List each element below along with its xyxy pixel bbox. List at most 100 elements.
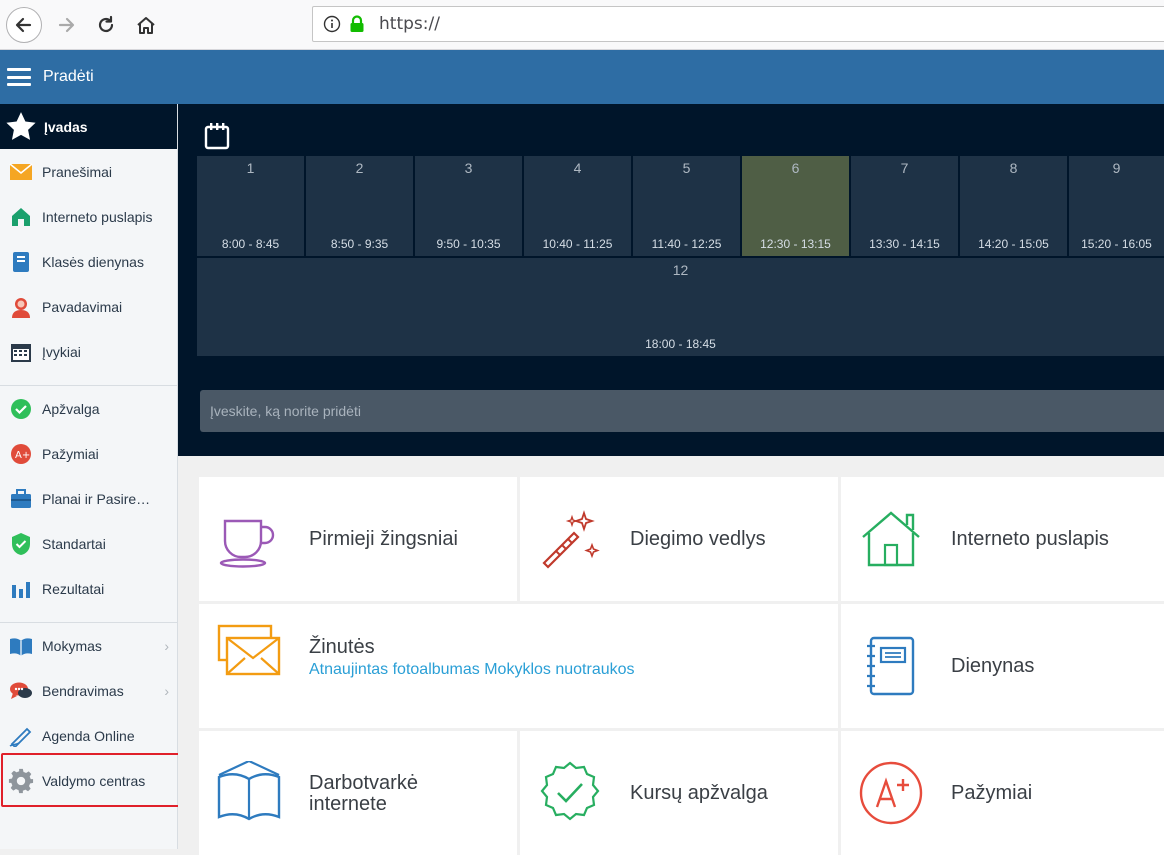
period-cell[interactable]: 9 15:20 - 16:05 [1069,156,1164,256]
calendar-icon [8,339,34,365]
chevron-right-icon: › [164,682,169,699]
sidebar-item-rezultatai[interactable]: Rezultatai [0,566,177,611]
sidebar-item-label: Interneto puslapis [42,208,153,225]
tile-link[interactable]: Atnaujintas fotoalbumas Mokyklos nuotrau… [309,661,635,679]
address-bar[interactable]: https:// [312,6,1164,42]
grade-icon [859,761,923,825]
app-header: Pradėti [0,50,1164,104]
add-item-input[interactable] [200,390,1164,432]
book-icon [8,633,34,659]
sidebar-item-planai[interactable]: Planai ir Pasire… [0,476,177,521]
sidebar-item-label: Bendravimas [42,682,124,699]
sidebar-item-mokymas[interactable]: Mokymas › [0,623,177,668]
calendar-icon[interactable] [204,122,230,150]
period-cell[interactable]: 12 18:00 - 18:45 [197,258,1164,356]
period-time: 10:40 - 11:25 [542,237,613,251]
sidebar-item-label: Pavadavimai [42,298,123,315]
back-button[interactable] [6,7,42,43]
hamburger-menu-icon[interactable] [7,68,31,86]
period-time: 8:50 - 9:35 [330,237,389,251]
period-number: 3 [464,160,473,176]
period-cell-current[interactable]: 6 12:30 - 13:15 [742,156,849,256]
tile-label: Interneto puslapis [951,527,1109,550]
sidebar-item-pranesimai[interactable]: Pranešimai [0,149,177,194]
chevron-right-icon: › [164,637,169,654]
check-badge-icon [540,761,600,821]
sidebar-divider [0,611,177,623]
period-time: 9:50 - 10:35 [436,237,501,251]
forward-button[interactable] [48,7,84,43]
sidebar-item-klases-dienynas[interactable]: Klasės dienynas [0,239,177,284]
sidebar-item-bendravimas[interactable]: Bendravimas › [0,668,177,713]
coffee-cup-icon [219,519,275,568]
sidebar-item-agenda-online[interactable]: Agenda Online [0,713,177,758]
sidebar-item-label: Standartai [42,535,106,552]
period-cell[interactable]: 8 14:20 - 15:05 [960,156,1067,256]
open-book-icon [217,761,281,821]
period-cell[interactable]: 4 10:40 - 11:25 [524,156,631,256]
period-time: 12:30 - 13:15 [760,237,831,251]
shield-check-icon [8,531,34,557]
period-time: 15:20 - 16:05 [1081,237,1152,251]
reload-icon [98,15,114,33]
envelope-icon [217,624,281,676]
url-text: https:// [379,14,440,34]
sidebar-item-interneto-puslapis[interactable]: Interneto puslapis [0,194,177,239]
sidebar-item-label: Įvykiai [42,343,81,360]
period-time: 18:00 - 18:45 [645,337,716,351]
tile-messages[interactable]: Žinutės Atnaujintas fotoalbumas Mokyklos… [199,604,838,728]
pen-icon [8,723,34,749]
period-cell[interactable]: 5 11:40 - 12:25 [633,156,740,256]
sidebar-item-standartai[interactable]: Standartai [0,521,177,566]
notebook-icon [8,249,34,275]
star-icon [6,111,36,140]
period-cell[interactable]: 3 9:50 - 10:35 [415,156,522,256]
period-number: 5 [682,160,691,176]
grade-icon: A+ [8,441,34,467]
period-number: 9 [1112,160,1121,176]
arrow-right-icon [58,17,75,33]
tile-setup-wizard[interactable]: Diegimo vedlys [520,477,838,601]
sidebar-item-label: Įvadas [44,118,88,135]
home-button[interactable] [128,7,164,43]
period-cell[interactable]: 1 8:00 - 8:45 [197,156,304,256]
notebook-icon [867,636,915,696]
reload-button[interactable] [88,7,124,43]
arrow-left-icon [15,17,32,33]
sidebar-item-pazymiai[interactable]: A+ Pažymiai [0,431,177,476]
period-cell[interactable]: 7 13:30 - 14:15 [851,156,958,256]
home-icon [862,511,920,567]
schedule-panel: 1 8:00 - 8:45 2 8:50 - 9:35 3 9:50 - 10:… [178,104,1164,456]
tile-course-overview[interactable]: Kursų apžvalga [520,731,838,855]
info-icon [323,15,341,33]
sidebar-item-label: Planai ir Pasire… [42,490,151,507]
tile-label: Pažymiai [951,781,1033,804]
browser-toolbar: https:// [0,0,1164,50]
sidebar-item-label: Mokymas [42,637,102,654]
tile-grades[interactable]: Pažymiai [841,731,1164,855]
svg-text:A+: A+ [15,450,30,461]
period-number: 12 [672,262,689,278]
magic-wand-icon [542,510,600,569]
period-cell[interactable]: 2 8:50 - 9:35 [306,156,413,256]
period-number: 6 [791,160,800,176]
sidebar: Įvadas Pranešimai Interneto puslapis Kla… [0,104,178,849]
tile-label-line: internete [309,793,387,815]
sidebar-item-pavadavimai[interactable]: Pavadavimai [0,284,177,329]
period-time: 13:30 - 14:15 [869,237,940,251]
page-title: Pradėti [43,68,94,85]
tile-first-steps[interactable]: Pirmieji žingsniai [199,477,517,601]
sidebar-item-apzvalga[interactable]: Apžvalga [0,386,177,431]
sidebar-item-ivadas[interactable]: Įvadas [0,104,177,149]
sidebar-item-ivykiai[interactable]: Įvykiai [0,329,177,374]
sidebar-item-label: Agenda Online [42,727,135,744]
period-number: 8 [1009,160,1018,176]
home-icon [8,204,34,230]
check-circle-icon [8,396,34,422]
tile-label: Dienynas [951,654,1035,677]
tile-website[interactable]: Interneto puslapis [841,477,1164,601]
home-icon [137,17,155,34]
tile-journal[interactable]: Dienynas [841,604,1164,728]
period-number: 7 [900,160,909,176]
tile-agenda[interactable]: Darbotvarkė internete [199,731,517,855]
